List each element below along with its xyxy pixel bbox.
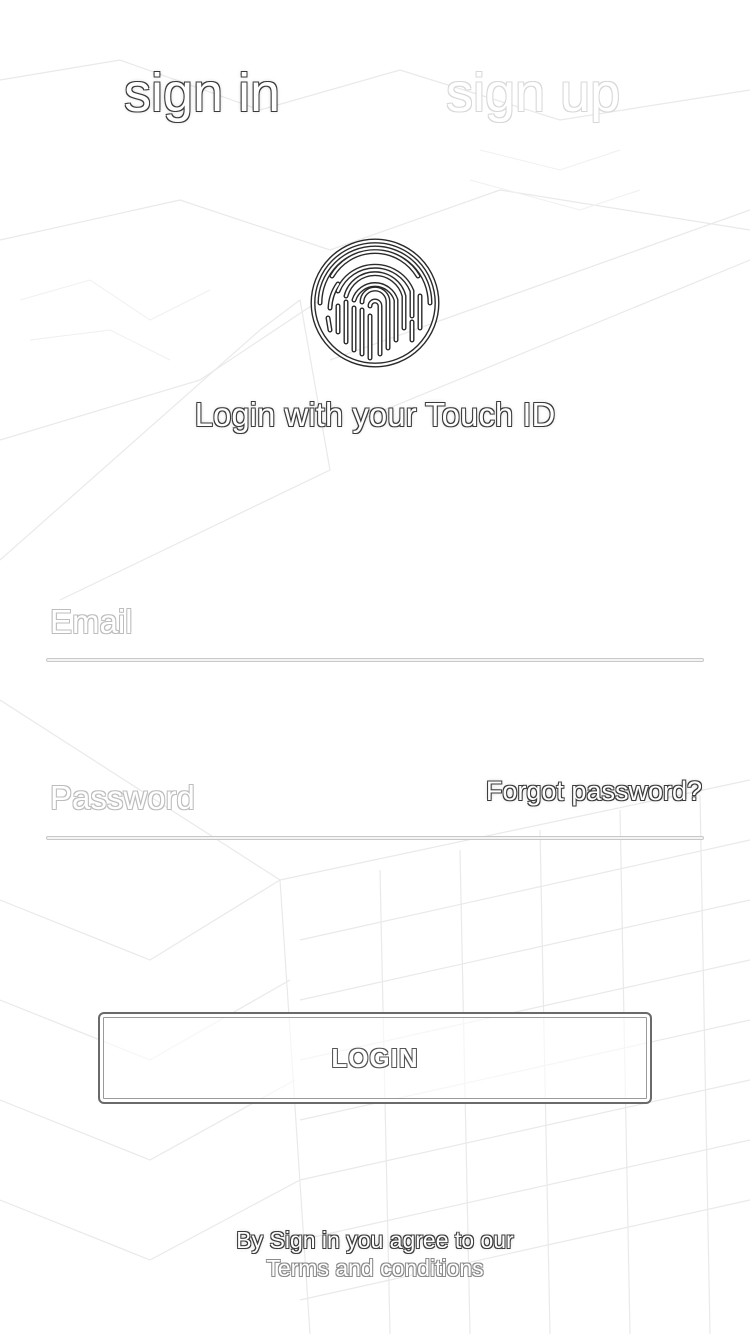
fingerprint-icon[interactable] <box>308 236 442 370</box>
forgot-password-link[interactable]: Forgot password? <box>486 776 702 807</box>
tab-sign-up[interactable]: sign up <box>446 62 620 124</box>
tab-sign-in[interactable]: sign in <box>124 62 280 124</box>
password-field-group: Forgot password? <box>46 772 704 840</box>
terms-notice: By Sign in you agree to our Terms and co… <box>0 1226 750 1282</box>
touch-id-label: Login with your Touch ID <box>194 396 556 433</box>
password-input[interactable] <box>46 772 450 824</box>
password-underline <box>46 836 704 840</box>
sign-in-screen: sign in sign up Login with your Touch ID… <box>0 0 750 1334</box>
background-building-sketch <box>0 59 750 1334</box>
email-underline <box>46 658 704 662</box>
login-button-label: LOGIN <box>331 1042 419 1073</box>
terms-agree-text: By Sign in you agree to our <box>236 1227 514 1253</box>
email-field-group <box>46 596 704 662</box>
terms-and-conditions-link[interactable]: Terms and conditions <box>0 1254 750 1282</box>
login-button[interactable]: LOGIN <box>98 1012 652 1104</box>
email-input[interactable] <box>46 596 450 648</box>
